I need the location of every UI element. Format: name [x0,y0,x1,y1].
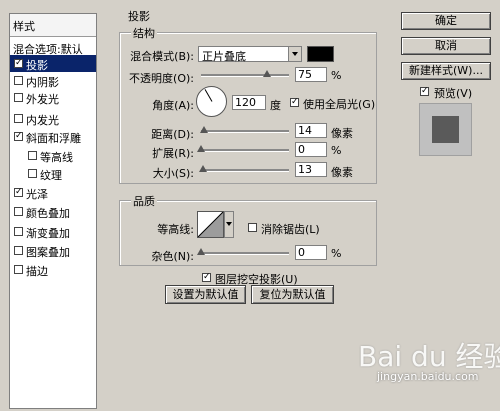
angle-label: 角度(A): [152,99,194,112]
noise-field[interactable]: 0 [295,245,327,260]
noise-slider[interactable] [201,252,289,255]
chevron-down-icon [226,222,232,226]
distance-field[interactable]: 14 [295,123,327,138]
style-list-item[interactable]: 内发光 [10,110,96,127]
style-list-item-label: 渐变叠加 [26,227,70,240]
spread-unit: % [331,144,342,157]
blend-mode-value: 正片叠底 [202,50,246,63]
style-list-item-checkbox[interactable] [14,246,23,255]
style-list-item[interactable]: 纹理 [10,165,96,182]
angle-dial[interactable] [196,86,227,117]
quality-title: 品质 [131,193,157,209]
style-list-item[interactable]: 等高线 [10,147,96,164]
opacity-field[interactable]: 75 [295,67,327,82]
size-slider[interactable] [201,169,289,172]
drop-shadow-title: 投影 [126,8,152,24]
shadow-color-swatch[interactable] [307,46,334,62]
style-list-item-label: 斜面和浮雕 [26,132,81,145]
style-list-item-label: 内阴影 [26,76,59,89]
opacity-slider-thumb[interactable] [263,70,271,77]
spread-slider[interactable] [201,149,289,152]
cancel-button[interactable]: 取消 [401,37,491,55]
spread-label: 扩展(R): [152,147,194,160]
blend-mode-select[interactable]: 正片叠底 [198,46,302,63]
noise-unit: % [331,247,342,260]
contour-label: 等高线: [157,223,194,236]
style-list-item-checkbox[interactable] [14,227,23,236]
contour-curve-icon [198,212,223,237]
structure-title: 结构 [131,25,157,41]
style-list-item-label: 纹理 [40,169,62,182]
style-list-item[interactable]: 混合选项:默认 [10,39,96,56]
style-list-item[interactable]: 外发光 [10,89,96,106]
distance-slider-thumb[interactable] [200,126,208,133]
ok-button[interactable]: 确定 [401,12,491,30]
contour-dropdown[interactable] [224,211,234,238]
noise-slider-thumb[interactable] [197,248,205,255]
style-list-item-label: 描边 [26,265,48,278]
style-list-item-checkbox[interactable] [14,76,23,85]
noise-label: 杂色(N): [151,250,194,263]
spread-slider-thumb[interactable] [197,145,205,152]
global-light-label: 使用全局光(G) [303,98,376,111]
blend-mode-label: 混合模式(B): [130,50,194,63]
watermark-brand: Bai du 经验 [358,340,500,373]
style-preview-swatch [432,116,459,143]
opacity-label: 不透明度(O): [129,72,194,85]
size-field[interactable]: 13 [295,162,327,177]
style-list-item-checkbox[interactable] [28,151,37,160]
style-list-header-label: 样式 [13,20,35,33]
new-style-button[interactable]: 新建样式(W)... [401,62,491,80]
style-list-header: 样式 [10,14,96,37]
preview-label: 预览(V) [434,87,473,100]
style-list-item-checkbox[interactable]: ✓ [14,188,23,197]
style-list: 样式 混合选项:默认 ✓ 投影 内阴影 外发光 内发光 ✓ 斜面和浮雕 等高线 纹理 ✓ 光泽 颜色叠加… [9,13,97,409]
distance-label: 距离(D): [151,128,194,141]
style-list-item[interactable]: ✓ 光泽 [10,184,96,201]
knockout-checkbox[interactable]: ✓ [202,273,211,282]
preview-checkbox[interactable]: ✓ [420,87,429,96]
size-label: 大小(S): [152,167,194,180]
style-list-item-label: 光泽 [26,188,48,201]
distance-slider[interactable] [201,130,289,133]
size-slider-thumb[interactable] [199,165,207,172]
style-list-item-checkbox[interactable] [14,207,23,216]
style-list-item-label: 外发光 [26,93,59,106]
style-list-item[interactable]: 图案叠加 [10,242,96,259]
style-list-item-label: 等高线 [40,151,73,164]
style-list-item-label: 图案叠加 [26,246,70,259]
style-list-item[interactable]: 颜色叠加 [10,203,96,220]
angle-field[interactable]: 120 [232,95,266,110]
spread-field[interactable]: 0 [295,142,327,157]
style-list-item-checkbox[interactable]: ✓ [14,59,23,68]
style-list-item-label: 投影 [26,59,48,72]
global-light-checkbox[interactable]: ✓ [290,98,299,107]
set-default-button[interactable]: 设置为默认值 [165,285,246,304]
distance-unit: 像素 [331,127,353,140]
style-list-item-checkbox[interactable] [14,93,23,102]
style-list-item[interactable]: 内阴影 [10,72,96,89]
style-list-item-label: 内发光 [26,114,59,127]
style-list-item-checkbox[interactable] [14,114,23,123]
style-list-item[interactable]: 渐变叠加 [10,223,96,240]
style-list-item[interactable]: 描边 [10,261,96,278]
antialias-checkbox[interactable] [248,223,257,232]
opacity-unit: % [331,69,342,82]
style-preview [419,103,472,156]
watermark-url: jingyan.baidu.com [377,370,479,383]
opacity-slider[interactable] [201,74,289,77]
chevron-down-icon[interactable] [288,47,301,61]
angle-unit: 度 [270,99,281,112]
antialias-label: 消除锯齿(L) [261,223,320,236]
style-list-item[interactable]: ✓ 斜面和浮雕 [10,128,96,145]
style-list-item[interactable]: ✓ 投影 [10,55,96,72]
style-list-item-checkbox[interactable] [28,169,37,178]
style-list-item-label: 颜色叠加 [26,207,70,220]
style-list-item-checkbox[interactable]: ✓ [14,132,23,141]
size-unit: 像素 [331,166,353,179]
reset-default-button[interactable]: 复位为默认值 [251,285,334,304]
style-list-item-checkbox[interactable] [14,265,23,274]
contour-preview[interactable] [197,211,224,238]
